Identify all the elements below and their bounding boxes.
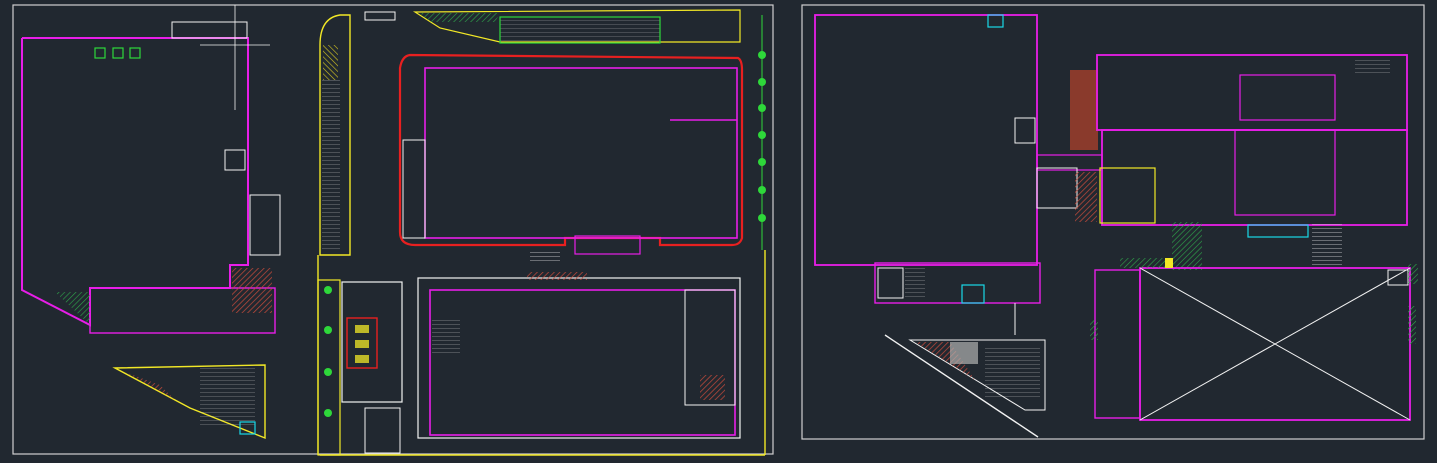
tree-icon	[324, 368, 332, 376]
building-a-stairs	[232, 268, 272, 313]
building-c-outline	[341, 281, 403, 403]
building-b-outline-red	[398, 53, 744, 247]
building-d-ramp	[527, 272, 587, 280]
building-f-lower	[1101, 129, 1408, 226]
building-b-stairs	[530, 252, 560, 262]
top-strip-hatch	[420, 13, 500, 22]
building-a-entry	[171, 21, 248, 39]
floor-plan-sheet	[801, 4, 1425, 440]
building-b	[398, 53, 744, 262]
tree-icon	[758, 214, 766, 222]
building-c-annex	[364, 407, 401, 454]
building-f-brown-block	[1070, 70, 1098, 150]
building-a-side-room	[249, 194, 281, 256]
building-g	[1090, 258, 1418, 421]
building-b-hall	[424, 67, 738, 239]
building-d-rack	[432, 320, 460, 355]
parking-lot-a-hatch	[125, 372, 175, 400]
tree-icon	[758, 158, 766, 166]
building-e	[814, 14, 1041, 304]
tree-icon	[758, 78, 766, 86]
tree-icon	[758, 104, 766, 112]
cad-drawing-canvas	[12, 4, 1425, 456]
building-a-room	[224, 149, 246, 171]
building-f-stairs	[1075, 172, 1097, 222]
building-a-outline	[21, 37, 249, 327]
building-a-hatch-green	[55, 292, 90, 325]
building-d-hall	[429, 289, 736, 436]
skylight-1	[94, 47, 106, 59]
tree-icon	[758, 131, 766, 139]
access-road	[317, 14, 351, 455]
tree-row-east	[320, 15, 766, 456]
building-f-ramp	[1172, 222, 1202, 270]
access-road-parking	[322, 80, 340, 250]
building-d-stairs	[700, 375, 725, 400]
skylight-3	[129, 47, 141, 59]
building-e-annex	[874, 262, 1041, 304]
building-e-room	[1014, 117, 1036, 144]
building-a	[21, 5, 281, 334]
tree-icon	[324, 409, 332, 417]
building-f-steps	[1312, 222, 1342, 270]
building-d	[417, 272, 741, 439]
building-f	[1070, 54, 1408, 270]
tree-icon	[758, 51, 766, 59]
parking-lot-b	[884, 334, 1046, 438]
parking-lot-b-stalls	[985, 345, 1040, 400]
building-g-rooms	[1094, 269, 1141, 419]
tree-icon	[758, 186, 766, 194]
sheet-frame	[12, 4, 774, 455]
top-strip	[364, 9, 741, 44]
site-plan-sheet	[12, 4, 774, 456]
tree-icon	[324, 286, 332, 294]
parking-lot-a	[112, 364, 266, 440]
gatehouse	[364, 11, 396, 21]
building-b-side-room	[402, 139, 426, 239]
parking-lot-a-stalls	[200, 368, 255, 428]
tree-icon	[324, 326, 332, 334]
skylight-2	[112, 47, 124, 59]
building-f-core	[1099, 167, 1156, 224]
access-road-hatch	[323, 45, 338, 80]
building-c	[317, 279, 403, 456]
top-strip-parking	[500, 17, 660, 43]
